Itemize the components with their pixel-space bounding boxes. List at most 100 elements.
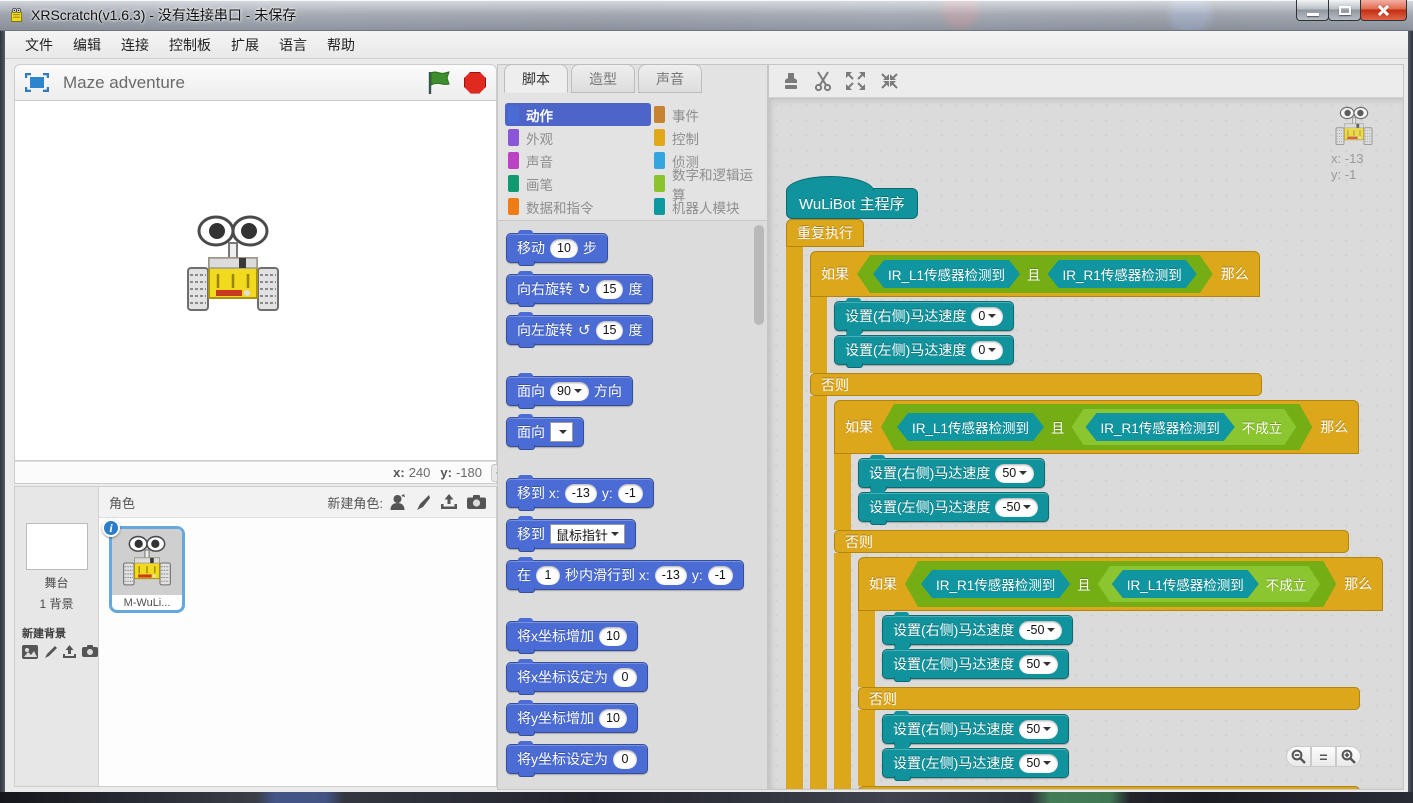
menu-dropdown[interactable] — [550, 422, 573, 442]
tab-1[interactable]: 造型 — [571, 64, 635, 93]
palette-block-set-y[interactable]: 将y坐标设定为0 — [506, 744, 648, 774]
menu-item-1[interactable]: 编辑 — [63, 32, 111, 58]
set-left-motor-block[interactable]: 设置(左侧)马达速度50 — [882, 649, 1069, 679]
sensor-block[interactable]: IR_L1传感器检测到 — [897, 413, 1044, 441]
palette-block-goto-xy[interactable]: 移到 x:-13y:-1 — [506, 478, 654, 508]
not-operator-block[interactable]: IR_R1传感器检测到不成立 — [1072, 409, 1297, 445]
forever-header[interactable]: 重复执行 — [786, 219, 864, 247]
speed-dropdown[interactable]: 50 — [1019, 655, 1058, 674]
not-operator-block[interactable]: IR_L1传感器检测到不成立 — [1098, 566, 1321, 602]
zoom-reset-button[interactable]: = — [1311, 746, 1336, 767]
palette-block-glide-to[interactable]: 在1秒内滑行到 x:-13y:-1 — [506, 560, 744, 590]
menu-dropdown[interactable]: 鼠标指针 — [550, 524, 625, 544]
and-operator-block[interactable]: IR_L1传感器检测到且IR_R1传感器检测到不成立 — [881, 404, 1312, 450]
palette-block-turn-right[interactable]: 向右旋转↻15度 — [506, 274, 653, 304]
category-4[interactable]: 声音 — [505, 149, 651, 172]
set-right-motor-block[interactable]: 设置(右侧)马达速度50 — [858, 458, 1045, 488]
menu-item-6[interactable]: 帮助 — [317, 32, 365, 58]
upload-sprite-icon[interactable] — [440, 494, 458, 510]
set-left-motor-block[interactable]: 设置(左侧)马达速度50 — [882, 748, 1069, 778]
palette-block-point-direction[interactable]: 面向90方向 — [506, 376, 633, 406]
new-sprite-library-icon[interactable] — [389, 494, 406, 511]
category-2[interactable]: 外观 — [505, 126, 651, 149]
menu-item-2[interactable]: 连接 — [111, 32, 159, 58]
speed-dropdown[interactable]: -50 — [1019, 621, 1062, 640]
menu-item-3[interactable]: 控制板 — [159, 32, 221, 58]
number-input[interactable]: -13 — [565, 484, 597, 503]
category-7[interactable]: 数字和逻辑运算 — [651, 172, 761, 195]
dropdown-input[interactable]: 90 — [550, 382, 589, 401]
tab-2[interactable]: 声音 — [638, 64, 702, 93]
menu-item-5[interactable]: 语言 — [269, 32, 317, 58]
sensor-block[interactable]: IR_L1传感器检测到 — [873, 260, 1020, 288]
category-8[interactable]: 数据和指令 — [505, 195, 651, 218]
backdrop-library-icon[interactable] — [22, 645, 38, 659]
set-right-motor-block[interactable]: 设置(右侧)马达速度50 — [882, 714, 1069, 744]
titlebar[interactable]: XRScratch(v1.6.3) - 没有连接串口 - 未保存 — [0, 0, 1413, 31]
category-6[interactable]: 画笔 — [505, 172, 651, 195]
stop-button[interactable] — [464, 72, 486, 94]
stage-backdrop-thumbnail[interactable] — [26, 523, 88, 570]
set-left-motor-block[interactable]: 设置(左侧)马达速度0 — [834, 335, 1014, 365]
if-else-block[interactable]: 如果IR_L1传感器检测到且IR_R1传感器检测到那么设置(右侧)马达速度0设置… — [810, 251, 1383, 789]
sensor-block[interactable]: IR_R1传感器检测到 — [1048, 260, 1197, 288]
zoom-out-button[interactable] — [1286, 746, 1311, 767]
palette-block-move-steps[interactable]: 移动10步 — [506, 233, 608, 263]
else-bar[interactable]: 否则 — [858, 687, 1360, 710]
palette-block-turn-left[interactable]: 向左旋转↺15度 — [506, 315, 653, 345]
number-input[interactable]: -1 — [618, 484, 643, 503]
number-input[interactable]: -13 — [655, 566, 687, 585]
sprite-info-badge[interactable]: i — [102, 519, 120, 537]
if-block-header[interactable]: 如果IR_L1传感器检测到且IR_R1传感器检测到那么 — [810, 251, 1260, 297]
shrink-sprite-icon[interactable] — [879, 71, 900, 91]
stamp-duplicate-icon[interactable] — [781, 71, 801, 91]
category-1[interactable]: 事件 — [651, 103, 761, 126]
paint-new-backdrop-icon[interactable] — [43, 645, 57, 659]
speed-dropdown[interactable]: -50 — [995, 498, 1038, 517]
sensor-block[interactable]: IR_R1传感器检测到 — [1086, 413, 1235, 441]
category-9[interactable]: 机器人模块 — [651, 195, 761, 218]
upload-backdrop-icon[interactable] — [62, 645, 77, 659]
stage-sprite-wulibot[interactable] — [183, 214, 283, 318]
number-input[interactable]: 15 — [596, 280, 624, 299]
number-input[interactable]: -1 — [708, 566, 733, 585]
script-program[interactable]: WuLiBot 主程序重复执行如果IR_L1传感器检测到且IR_R1传感器检测到… — [786, 174, 1383, 789]
number-input[interactable]: 10 — [599, 709, 627, 728]
paint-new-sprite-icon[interactable] — [415, 494, 431, 511]
and-operator-block[interactable]: IR_L1传感器检测到且IR_R1传感器检测到 — [857, 255, 1213, 293]
if-block-header[interactable]: 如果IR_L1传感器检测到且IR_R1传感器检测到不成立那么 — [834, 400, 1359, 454]
stage-canvas[interactable] — [14, 101, 497, 461]
camera-backdrop-icon[interactable] — [82, 645, 98, 657]
if-block-header[interactable]: 如果IR_R1传感器检测到且IR_L1传感器检测到不成立那么 — [858, 557, 1383, 611]
palette-block-change-x[interactable]: 将x坐标增加10 — [506, 621, 638, 651]
speed-dropdown[interactable]: 50 — [995, 464, 1034, 483]
speed-dropdown[interactable]: 0 — [971, 307, 1003, 326]
speed-dropdown[interactable]: 50 — [1019, 720, 1058, 739]
minimize-button[interactable] — [1296, 0, 1329, 21]
menu-item-0[interactable]: 文件 — [15, 32, 63, 58]
number-input[interactable]: 10 — [550, 239, 578, 258]
hat-block-wulibot-main[interactable]: WuLiBot 主程序 — [786, 188, 918, 219]
grow-sprite-icon[interactable] — [845, 71, 866, 91]
else-bar[interactable]: 否则 — [834, 530, 1349, 553]
set-right-motor-block[interactable]: 设置(右侧)马达速度-50 — [882, 615, 1073, 645]
palette-block-point-towards[interactable]: 面向 — [506, 417, 584, 447]
number-input[interactable]: 1 — [536, 566, 560, 585]
presentation-mode-icon[interactable] — [25, 73, 49, 92]
forever-block[interactable]: 重复执行如果IR_L1传感器检测到且IR_R1传感器检测到那么设置(右侧)马达速… — [786, 219, 1383, 789]
zoom-in-button[interactable] — [1336, 746, 1361, 767]
camera-sprite-icon[interactable] — [467, 495, 486, 509]
else-bar[interactable]: 否则 — [810, 373, 1262, 396]
tab-0[interactable]: 脚本 — [504, 64, 568, 93]
set-left-motor-block[interactable]: 设置(左侧)马达速度-50 — [858, 492, 1049, 522]
maximize-button[interactable] — [1328, 0, 1361, 21]
category-3[interactable]: 控制 — [651, 126, 761, 149]
if-else-block[interactable]: 如果IR_L1传感器检测到且IR_R1传感器检测到不成立那么设置(右侧)马达速度… — [834, 400, 1383, 789]
and-operator-block[interactable]: IR_R1传感器检测到且IR_L1传感器检测到不成立 — [905, 561, 1336, 607]
number-input[interactable]: 0 — [613, 668, 637, 687]
palette-block-change-y[interactable]: 将y坐标增加10 — [506, 703, 638, 733]
green-flag-button[interactable] — [427, 71, 454, 95]
number-input[interactable]: 0 — [613, 750, 637, 769]
category-0[interactable]: 动作 — [505, 103, 651, 126]
sensor-block[interactable]: IR_L1传感器检测到 — [1112, 570, 1259, 598]
